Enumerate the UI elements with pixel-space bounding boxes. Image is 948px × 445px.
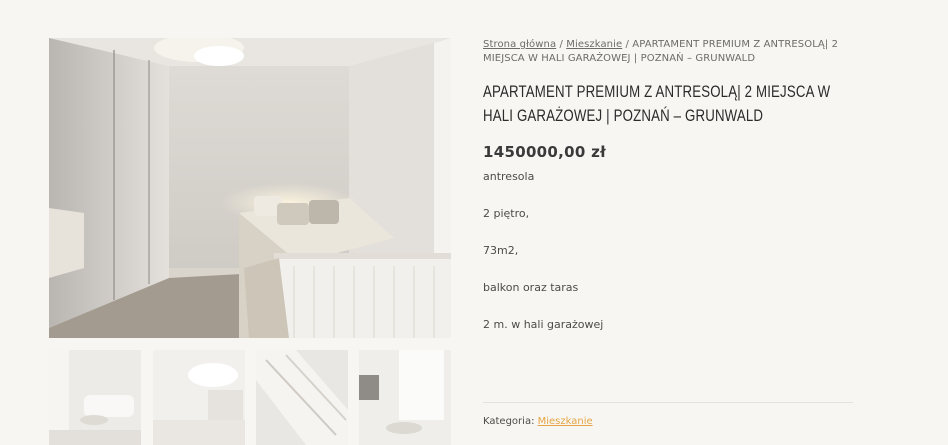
thumbnail-2[interactable] xyxy=(153,350,245,445)
thumbnail-1[interactable] xyxy=(49,350,141,445)
breadcrumb: Strona główna / Mieszkanie / APARTAMENT … xyxy=(483,38,863,66)
description-line: 73m2, xyxy=(483,244,519,257)
product-description: antresola 2 piętro, 73m2, balkon oraz ta… xyxy=(483,170,603,355)
category-label: Kategoria: xyxy=(483,416,538,427)
breadcrumb-separator: / xyxy=(622,39,633,50)
category-link[interactable]: Mieszkanie xyxy=(538,416,593,427)
thumbnail-3[interactable] xyxy=(256,350,348,445)
breadcrumb-separator: / xyxy=(556,39,567,50)
thumbnail-strip xyxy=(49,350,451,445)
description-line: 2 m. w hali garażowej xyxy=(483,318,604,331)
description-line: antresola xyxy=(483,170,535,183)
description-line: balkon oraz taras xyxy=(483,281,579,294)
description-line: 2 piętro, xyxy=(483,207,530,220)
product-main-image[interactable] xyxy=(49,38,451,338)
product-price: 1450000,00 zł xyxy=(483,143,607,161)
divider xyxy=(483,402,853,403)
product-title: APARTAMENT PREMIUM Z ANTRESOLĄ| 2 MIEJSC… xyxy=(483,82,831,125)
breadcrumb-home-link[interactable]: Strona główna xyxy=(483,39,556,50)
thumbnail-4[interactable] xyxy=(359,350,451,445)
product-category: Kategoria: Mieszkanie xyxy=(483,416,593,427)
breadcrumb-category-link[interactable]: Mieszkanie xyxy=(566,39,622,50)
